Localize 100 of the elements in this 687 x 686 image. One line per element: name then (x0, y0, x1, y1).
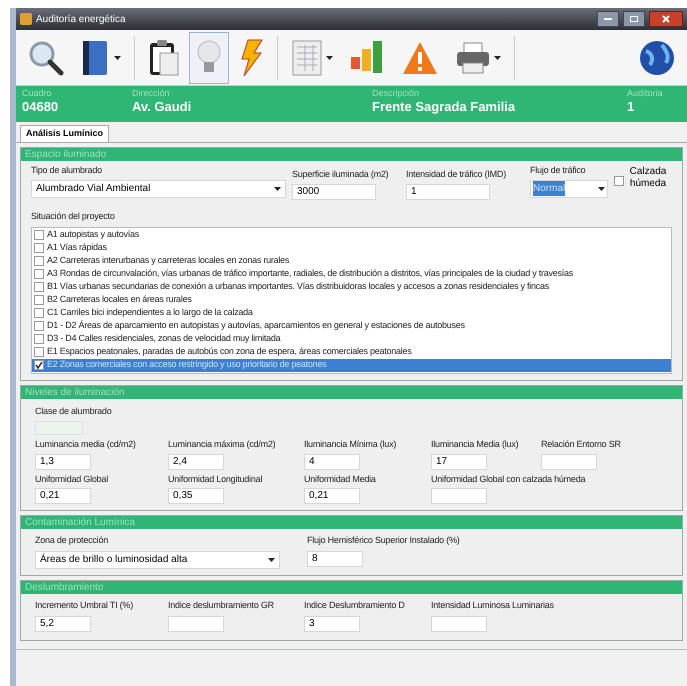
checkbox[interactable] (34, 269, 44, 279)
window-title: Auditoría energética (36, 12, 126, 26)
input-field[interactable]: 17 (431, 454, 487, 470)
checkbox[interactable] (34, 282, 44, 292)
input-field[interactable]: 5,2 (35, 616, 91, 632)
field-label: Intensidad de tráfico (IMD) (406, 168, 506, 181)
input-field[interactable]: 3000 (292, 184, 376, 200)
dropdown-caret-icon (268, 558, 275, 562)
checkbox[interactable] (34, 295, 44, 305)
checkbox[interactable] (34, 347, 44, 357)
field-label: Tipo de alumbrado (31, 164, 102, 177)
field-label: Incremento Umbral TI (%) (35, 598, 133, 612)
field-label: Uniformidad Global con calzada húmeda (431, 472, 586, 486)
field-label: Uniformidad Longitudinal (168, 472, 262, 486)
checklist-item[interactable]: D3 - D4 Calles residenciales, zonas de velocidad muy limitada (32, 332, 671, 346)
header-value: 04680 (22, 99, 60, 115)
section-title: Deslumbramiento (21, 580, 682, 594)
search-icon (27, 38, 65, 76)
checklist-label: B2 Carreteras locales en áreas rurales (47, 293, 192, 306)
checkbox[interactable] (34, 308, 44, 318)
header-label: Dirección (132, 87, 171, 99)
minimize-button[interactable] (597, 11, 619, 27)
checklist-label: C1 Carriles bici independientes a lo largo de la calzada (47, 306, 253, 320)
checklist-item[interactable]: A1 Vías rápidas (32, 242, 671, 254)
clipboard-icon (148, 38, 180, 76)
dropdown-caret-icon (274, 186, 281, 190)
header-value: Frente Sagrada Familia (372, 99, 516, 115)
input-field[interactable] (541, 454, 597, 470)
input-field[interactable]: 4 (304, 454, 360, 470)
checklist-label: B1 Vías urbanas secundarias de conexión a urbanas importantes. Vías distribuidoras locales y accesos a zonas residenciales y fincas (47, 280, 550, 294)
printer-icon (455, 40, 491, 74)
input-field[interactable]: 3 (304, 616, 360, 632)
checklist-label: E2 Zonas comerciales con acceso restringido y uso prioritario de peatones (47, 358, 326, 372)
close-button[interactable] (649, 11, 683, 27)
field-label: Relación Entorno SR (541, 438, 621, 451)
checklist-item[interactable]: B2 Carreteras locales en áreas rurales (32, 294, 671, 306)
header-label: Cuadro (22, 87, 53, 99)
section-title: Contaminación Lumínica (21, 516, 682, 529)
input-field[interactable]: 0,21 (35, 488, 91, 504)
field-label: Iluminancia Media (lux) (431, 438, 518, 451)
field-label: Iluminancia Mínima (lux) (304, 438, 396, 451)
checkbox[interactable] (34, 243, 44, 253)
field-label: Situación del proyecto (31, 210, 115, 220)
field-label: Intensidad Luminosa Luminarias (431, 598, 554, 612)
checkbox[interactable] (34, 360, 44, 370)
close-icon (662, 15, 670, 23)
tab[interactable]: Análisis Lumínico (20, 125, 110, 142)
input-field[interactable]: 8 (307, 550, 363, 566)
checklist-item[interactable]: A3 Rondas de circunvalación, vías urbanas de tráfico importante, radiales, de distribución a distritos, vías principales de la ciudad y travesías (32, 268, 671, 280)
checkbox[interactable] (614, 176, 624, 186)
checklist-item[interactable]: E1 Espacios peatonales, paradas de autobús con zona de espera, áreas comerciales peatonales (32, 346, 671, 358)
checkbox[interactable] (34, 256, 44, 266)
field-label: Superficie iluminada (m2) (292, 168, 388, 181)
dropdown-caret-icon (494, 56, 501, 60)
globe-icon (638, 38, 676, 76)
header-value: Av. Gaudi (132, 99, 192, 115)
input-field[interactable] (431, 616, 487, 632)
checkmark-icon (35, 361, 43, 369)
checklist-item[interactable]: C1 Carriles bici independientes a lo largo de la calzada (32, 306, 671, 320)
checklist-label: A3 Rondas de circunvalación, vías urbanas de tráfico importante, radiales, de distribución a distritos, vías principales de la ciudad y travesías (47, 267, 574, 280)
field-label: Luminancia máxima (cd/m2) (168, 438, 276, 451)
checklist-item[interactable]: D1 - D2 Áreas de aparcamiento en autopistas y autovías, aparcamientos en general y estaciones de autobuses (32, 320, 671, 332)
header-label: Auditoria (627, 87, 664, 99)
field-label: Zona de protección (35, 534, 108, 547)
app-icon (20, 13, 32, 25)
section-title: Niveles de iluminación (21, 386, 682, 398)
input-field[interactable]: 0,21 (304, 488, 360, 504)
field-label: Uniformidad Global (35, 472, 108, 486)
field-label: Flujo de tráfico (530, 164, 586, 177)
header-value: 1 (627, 99, 636, 115)
input-field[interactable]: 2,4 (168, 454, 224, 470)
dropdown[interactable]: Áreas de brillo o luminosidad alta (35, 550, 280, 568)
checklist-label: E1 Espacios peatonales, paradas de autobús con zona de espera, áreas comerciales peatonales (47, 345, 412, 358)
checklist-item[interactable]: B1 Vías urbanas secundarias de conexión a urbanas importantes. Vías distribuidoras locales y accesos a zonas residenciales y fincas (32, 280, 671, 294)
checkbox[interactable] (34, 334, 44, 344)
checklist-label: A1 autopistas y autovías (47, 228, 140, 242)
input-field[interactable]: 1,3 (35, 454, 91, 470)
spreadsheet-icon (291, 38, 323, 76)
checklist-item[interactable]: A1 autopistas y autovías (32, 228, 671, 242)
checkbox[interactable] (34, 321, 44, 331)
input-field[interactable] (168, 616, 224, 632)
field-label: Indice deslumbramiento GR (168, 598, 274, 612)
input-field[interactable] (35, 421, 83, 435)
checklist-label: A1 Vías rápidas (47, 241, 107, 254)
field-label: Flujo Hemisférico Superior Instalado (%) (307, 534, 460, 547)
checkbox[interactable] (34, 230, 44, 240)
header-label: Descripción (372, 87, 420, 99)
field-label: Uniformidad Media (304, 472, 376, 486)
input-field[interactable]: 1 (406, 184, 490, 200)
checklist-label: D1 - D2 Áreas de aparcamiento en autopistas y autovías, aparcamientos en general y estaciones de autobuses (47, 319, 465, 332)
maximize-button[interactable] (623, 11, 645, 27)
dropdown-caret-icon (326, 56, 333, 60)
checklist-label: A2 Carreteras interurbanas y carreteras locales en zonas rurales (47, 254, 290, 268)
dropdown[interactable]: Alumbrado Vial Ambiental (31, 180, 286, 198)
input-field[interactable] (431, 488, 487, 504)
input-field[interactable]: 0,35 (168, 488, 224, 504)
field-label: Luminancia media (cd/m2) (35, 438, 136, 451)
checklist-item[interactable]: A2 Carreteras interurbanas y carreteras locales en zonas rurales (32, 254, 671, 268)
dropdown-caret-icon (598, 186, 605, 190)
dropdown-caret-icon (114, 56, 121, 60)
